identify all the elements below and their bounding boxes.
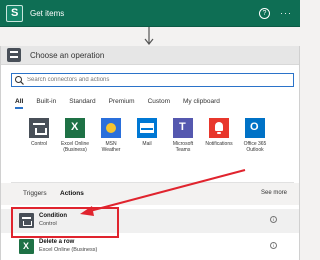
connector-excel-online[interactable]: Excel Online (Business) [55,118,95,153]
connector-label: Microsoft Teams [172,141,194,153]
connector-msn-weather[interactable]: MSN Weather [91,118,131,153]
connector-control[interactable]: Control [19,118,59,147]
excel-icon [65,118,85,138]
triggers-actions-tabs: Triggers Actions See more [1,183,299,205]
tab-all[interactable]: All [15,97,24,109]
control-icon [29,118,49,138]
get-items-title: Get items [30,8,65,18]
search-icon [15,75,24,85]
tab-triggers[interactable]: Triggers [23,190,47,197]
action-title: Delete a row [39,239,75,245]
more-options-icon[interactable]: ··· [280,8,292,18]
search-input[interactable] [27,77,267,83]
choose-operation-header: Choose an operation [1,46,299,65]
help-icon[interactable]: ? [259,7,270,19]
choose-operation-title: Choose an operation [30,50,105,60]
connector-label: Notifications [205,141,233,147]
connector-label: MSN Weather [101,141,121,153]
mail-icon [137,118,157,138]
connector-mail[interactable]: Mail [127,118,167,147]
power-automate-flow-editor: Get items ? ··· Choose an operation All … [0,0,300,260]
connector-label: Control [30,141,48,147]
connector-category-tabs: All Built-in Standard Premium Custom My … [15,97,233,109]
connector-label: Mail [142,141,152,147]
weather-icon [101,118,121,138]
connector-notifications[interactable]: Notifications [199,118,239,147]
sharepoint-icon [6,4,23,22]
tab-standard[interactable]: Standard [69,97,95,109]
tab-actions[interactable]: Actions [60,190,84,197]
excel-icon [19,239,34,254]
tab-custom[interactable]: Custom [148,97,170,109]
connector-label: Excel Online (Business) [60,141,90,153]
tab-built-in[interactable]: Built-in [36,97,56,109]
connector-microsoft-teams[interactable]: Microsoft Teams [163,118,203,153]
action-delete-a-row[interactable]: Delete a row Excel Online (Business) i [1,235,299,259]
search-box[interactable] [11,73,294,87]
tab-premium[interactable]: Premium [109,97,135,109]
flow-connector-arrow-icon [144,27,154,45]
connector-office-365-outlook[interactable]: Office 365 Outlook [235,118,275,153]
annotation-highlight-box [11,207,119,238]
teams-icon [173,118,193,138]
connector-grid: Control Excel Online (Business) MSN Weat… [19,118,281,178]
operation-icon [7,48,21,62]
outlook-icon [245,118,265,138]
see-more-link[interactable]: See more [261,190,287,196]
action-subtitle: Excel Online (Business) [39,247,98,253]
notification-bell-icon [209,118,229,138]
get-items-step-header[interactable]: Get items ? ··· [0,0,300,27]
connector-label: Office 365 Outlook [243,141,267,153]
info-icon[interactable]: i [270,242,277,249]
info-icon[interactable]: i [270,216,277,223]
tab-my-clipboard[interactable]: My clipboard [183,97,220,109]
